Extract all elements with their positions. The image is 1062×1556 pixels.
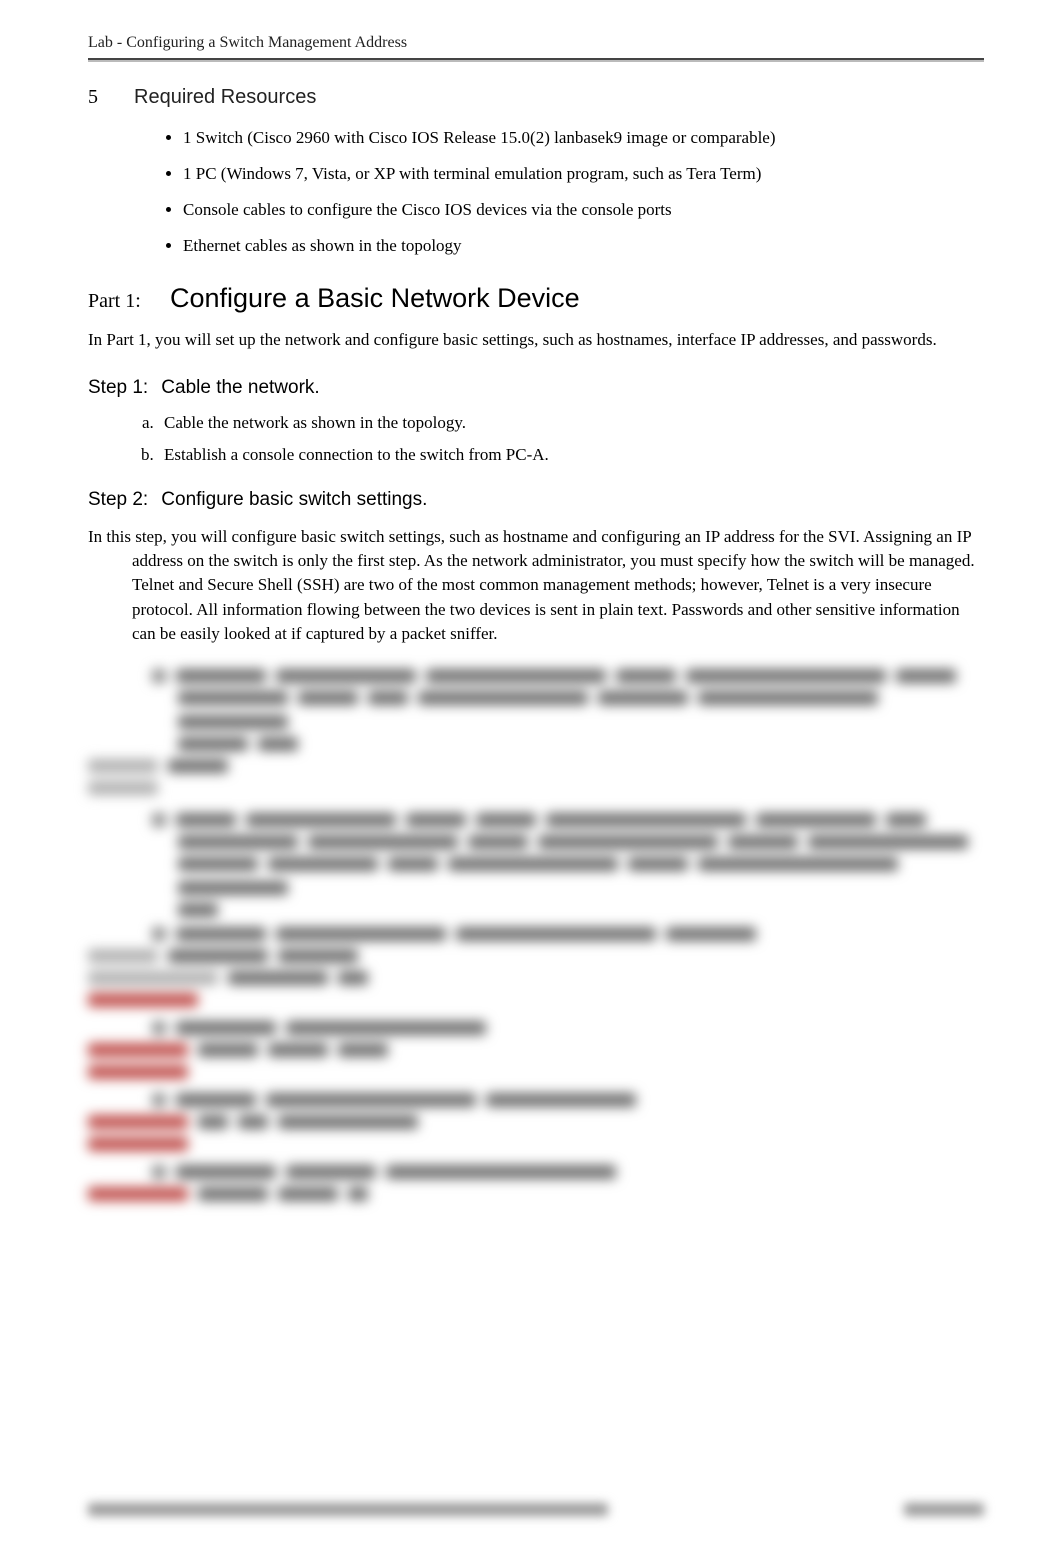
list-item: Ethernet cables as shown in the topology	[183, 235, 984, 257]
section-title: Required Resources	[134, 86, 316, 109]
step1-list: Cable the network as shown in the topolo…	[158, 413, 984, 465]
step2-body-text: In this step, you will configure basic s…	[88, 525, 984, 647]
list-item: 1 PC (Windows 7, Vista, or XP with termi…	[183, 163, 984, 185]
list-item: 1 Switch (Cisco 2960 with Cisco IOS Rele…	[183, 127, 984, 149]
section-number: 5	[88, 86, 130, 109]
list-item: Console cables to configure the Cisco IO…	[183, 199, 984, 221]
page-header-title: Lab - Configuring a Switch Management Ad…	[88, 34, 984, 52]
list-item: Cable the network as shown in the topolo…	[158, 413, 984, 433]
part-intro-text: In Part 1, you will set up the network a…	[88, 328, 984, 352]
header-divider	[88, 58, 984, 62]
list-item: Establish a console connection to the sw…	[158, 445, 984, 465]
step1-title: Cable the network.	[161, 377, 319, 398]
step2-title: Configure basic switch settings.	[161, 489, 427, 510]
obscured-content	[88, 669, 984, 1201]
required-resources-list: 1 Switch (Cisco 2960 with Cisco IOS Rele…	[183, 127, 984, 257]
step2-label: Step 2:	[88, 489, 156, 511]
page-footer	[88, 1503, 984, 1516]
step1-label: Step 1:	[88, 377, 156, 399]
part-label: Part 1:	[88, 290, 166, 313]
part-title: Configure a Basic Network Device	[170, 283, 580, 314]
